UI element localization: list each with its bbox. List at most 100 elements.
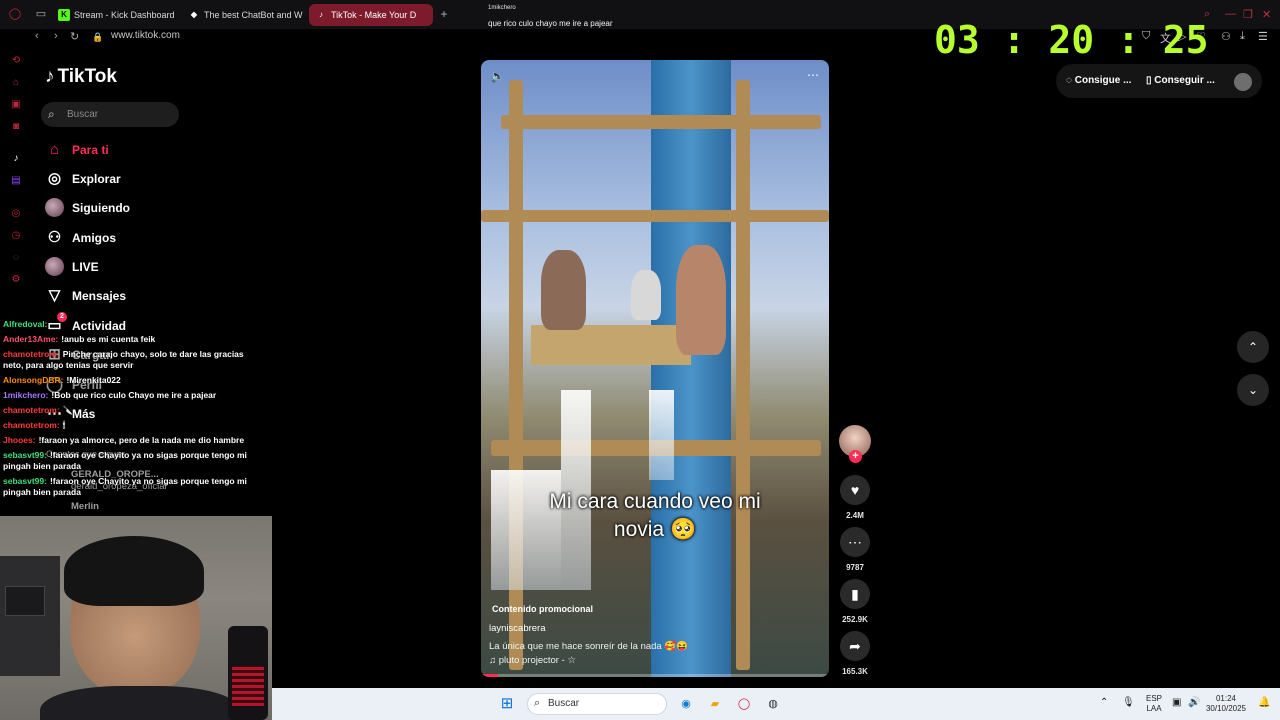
tray-chevron-up-icon[interactable]: ⌃ [1100,698,1108,708]
notifications-icon[interactable]: 🔔 [1258,698,1270,708]
chat-username[interactable]: chamotetrom: [3,420,60,430]
url-field[interactable]: www.tiktok.com [111,30,180,41]
video-player[interactable]: 🔈 ⋯ Mi cara cuando veo mi novia 🥺 Conten… [481,60,829,677]
nav-label: Mensajes [72,289,127,303]
tiktok-favicon-icon: ♪ [319,10,323,19]
more-options-icon[interactable]: ⋯ [807,68,819,82]
chat-username[interactable]: Ander13Ame: [3,334,58,344]
messenger-icon[interactable]: ▣ [10,99,22,111]
tab-chatbot[interactable]: ◆ The best ChatBot and W [182,4,306,26]
opera-logo-icon[interactable]: ◯ [8,7,22,21]
minimize-icon[interactable]: — [1225,8,1236,20]
chat-text: !Mirenkita022 [66,375,121,385]
nav-label: Para ti [72,143,109,157]
comment-count: 9787 [846,563,864,572]
chat-username[interactable]: Alfredoval: [3,319,47,329]
chat-message: chamotetrom: Pinche carajo chayo, solo te… [3,349,265,371]
clock-time: 01:24 [1215,694,1237,703]
menu-icon[interactable]: ☰ [1258,30,1268,43]
video-caption: Mi cara cuando veo mi novia 🥺 [481,488,829,544]
chat-username[interactable]: Jhooes: [3,435,36,445]
home-icon: ⌂ [49,141,60,158]
nav-label: LIVE [72,260,99,274]
logo-text: TikTok [57,66,117,87]
chatbot-favicon-icon: ◆ [190,10,198,19]
chat-message: Ander13Ame: !anub es mi cuenta feik [3,334,265,345]
video-progress[interactable] [481,674,829,677]
language-indicator[interactable]: ESP LAA [1144,694,1164,714]
maximize-icon[interactable]: ❐ [1243,8,1253,21]
tab-label: Stream - Kick Dashboard [74,10,175,20]
chat-message: Jhooes: !faraon ya almorce, pero de la na… [3,435,265,446]
webcam-feed [0,516,272,720]
chat-username[interactable]: sebasvt99: [3,450,47,460]
chat-username[interactable]: 1mikchero: [3,390,48,400]
tab-kick-dashboard[interactable]: K Stream - Kick Dashboard [52,4,180,26]
video-beam [736,80,750,670]
opera-taskbar-icon[interactable]: ◯ [735,696,753,712]
search-input[interactable]: ⌕ Buscar [41,102,179,127]
volume-icon[interactable]: 🔈 [490,69,505,83]
aria-icon[interactable]: ⌂ [10,77,22,89]
chat-username[interactable]: AlonsongDBR: [3,375,63,385]
close-window-icon[interactable]: ✕ [1262,8,1271,21]
tiktok-sidebar-icon[interactable]: ♪ [10,153,22,165]
profile-avatar[interactable] [1234,73,1252,91]
previous-video-button[interactable]: ⌃ [1237,331,1269,363]
file-explorer-icon[interactable]: ▰ [706,696,724,712]
tiktok-logo[interactable]: ♪ TikTok [45,66,117,88]
stream-chat: Alfredoval: Ander13Ame: !anub es mi cuenta… [3,319,265,515]
nav-label: Explorar [72,172,121,186]
chat-message: chamotetrom: 🔪 [3,405,265,416]
chat-message: sebasvt99: !faraon oye Chayito ya no siga… [3,450,265,472]
follow-plus-icon[interactable]: + [849,450,862,463]
history-icon[interactable]: ◷ [10,230,22,242]
promo-label: Contenido promocional [492,604,593,614]
video-music[interactable]: ♫ pluto projector - ☆ [489,655,576,666]
instagram-icon[interactable]: ◙ [10,121,22,133]
forward-icon[interactable]: › [54,30,58,42]
settings-icon[interactable]: ⚙ [10,274,22,286]
like-button[interactable]: ♥ [840,475,870,505]
obs-icon[interactable]: ◍ [764,696,782,712]
reload-sidebar-icon[interactable]: ⟲ [10,55,22,67]
chat-username[interactable]: chamotetrom: [3,405,60,415]
tab-tiktok[interactable]: ♪ TikTok - Make Your D [309,4,433,26]
network-icon[interactable]: ▣ [1172,698,1181,708]
chevron-up-icon: ⌃ [1247,340,1259,354]
microphone-icon[interactable]: 🎙 [1122,698,1135,708]
comment-icon: ⋯ [848,534,862,550]
edge-icon[interactable]: ◉ [677,696,695,712]
clock[interactable]: 01:24 30/10/2025 [1196,694,1256,714]
windows-start-icon[interactable]: ⊞ [498,696,516,712]
video-water [649,390,674,480]
workspaces-icon[interactable]: ▭ [34,7,48,21]
taskbar-search-input[interactable]: ⌕ Buscar [527,693,667,715]
video-author[interactable]: layniscabrera [489,623,546,634]
video-person [676,245,726,355]
back-icon[interactable]: ‹ [35,30,39,42]
chat-text: !anub es mi cuenta feik [61,334,156,344]
comment-button[interactable]: ⋯ [840,527,870,557]
chat-icon[interactable]: ◌ [10,252,22,264]
reload-icon[interactable]: ↻ [70,30,79,43]
clock-date: 30/10/2025 [1205,704,1247,713]
player-icon[interactable]: ◎ [10,208,22,220]
chat-username[interactable]: sebasvt99: [3,476,47,486]
chat-username[interactable]: chamotetrom: [3,349,60,359]
stream-timer: 03 : 20 : 25 [934,18,1209,62]
heart-icon: ♥ [850,482,860,498]
background-box [5,586,45,616]
next-video-button[interactable]: ⌄ [1237,374,1269,406]
twitch-icon[interactable]: ▤ [10,175,22,187]
download-icon[interactable]: ⤓ [1240,30,1245,43]
save-button[interactable]: ▮ [840,579,870,609]
get-coins-button[interactable]: ◌ Consigue ... [1066,70,1131,92]
account-icon[interactable]: ⚇ [1221,30,1231,43]
new-tab-button[interactable]: + [437,7,451,21]
share-button[interactable]: ➦ [840,631,870,661]
following-avatar-icon [45,198,64,217]
lock-icon: 🔒 [92,32,104,42]
tab-label: TikTok - Make Your D [331,10,417,20]
get-app-button[interactable]: ▯ Conseguir ... [1146,70,1215,92]
